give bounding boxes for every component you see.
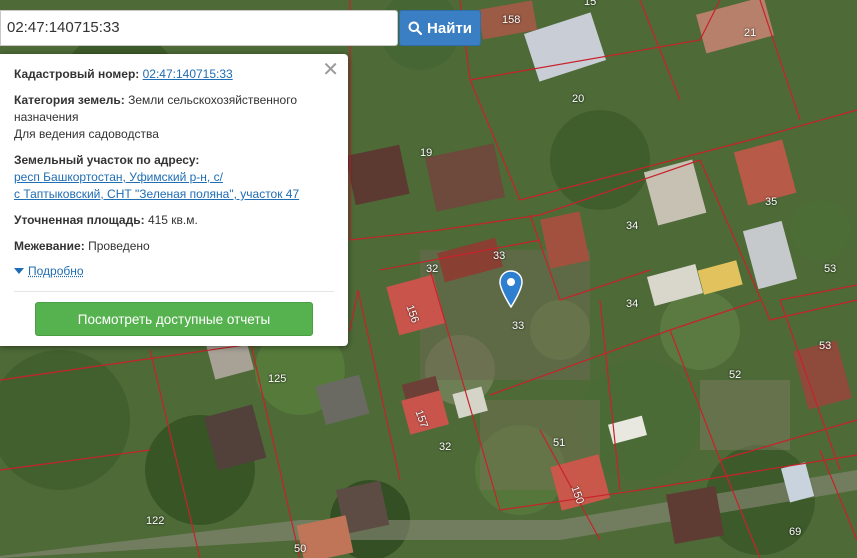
- view-reports-button-label: Посмотреть доступные отчеты: [77, 311, 271, 327]
- area-value: 415 кв.м.: [147, 213, 198, 227]
- search-icon: [408, 21, 423, 35]
- parcel-number: 125: [268, 373, 287, 385]
- area-row: Уточненная площадь: 415 кв.м.: [14, 212, 334, 229]
- parcel-number: 158: [502, 14, 521, 26]
- parcel-number: 53: [819, 340, 832, 352]
- survey-value: Проведено: [88, 239, 150, 253]
- category-row: Категория земель: Земли сельскохозяйстве…: [14, 92, 334, 143]
- parcel-number: 32: [426, 263, 439, 275]
- survey-label: Межевание:: [14, 239, 85, 253]
- map-pin-icon[interactable]: [499, 270, 523, 308]
- parcel-number: 33: [493, 250, 506, 262]
- search-button-label: Найти: [427, 19, 472, 37]
- parcel-number: 50: [294, 543, 307, 555]
- parcel-number: 34: [626, 220, 639, 232]
- parcel-number: 53: [824, 263, 837, 275]
- parcel-number: 52: [729, 369, 742, 381]
- parcel-number: 21: [744, 27, 757, 39]
- parcel-number: 51: [553, 437, 566, 449]
- parcel-number: 32: [439, 441, 452, 453]
- close-icon[interactable]: ✕: [322, 60, 339, 80]
- address-row: Земельный участок по адресу: респ Башкор…: [14, 152, 334, 203]
- divider: [14, 291, 334, 292]
- parcel-number: 19: [420, 147, 433, 159]
- address-label: Земельный участок по адресу:: [14, 153, 200, 167]
- parcel-number: 69: [789, 526, 802, 538]
- details-toggle[interactable]: Подробно: [14, 264, 334, 278]
- land-use-value: Для ведения садоводства: [14, 127, 159, 141]
- category-label: Категория земель:: [14, 93, 125, 107]
- parcel-number: 33: [512, 320, 525, 332]
- parcel-number: 35: [765, 196, 778, 208]
- search-input[interactable]: [0, 10, 398, 46]
- survey-row: Межевание: Проведено: [14, 238, 334, 255]
- area-label: Уточненная площадь:: [14, 213, 145, 227]
- cadastral-row: Кадастровый номер: 02:47:140715:33: [14, 66, 334, 83]
- search-button[interactable]: Найти: [399, 10, 481, 46]
- parcel-number: 15: [584, 0, 597, 8]
- cadastral-number-link[interactable]: 02:47:140715:33: [143, 67, 233, 81]
- parcel-info-popup: ✕ Кадастровый номер: 02:47:140715:33 Кат…: [0, 54, 348, 346]
- parcel-number: 20: [572, 93, 585, 105]
- address-link-line2[interactable]: с Таптыковский, СНТ "Зеленая поляна", уч…: [14, 187, 299, 201]
- parcel-number: 34: [626, 298, 639, 310]
- view-reports-button[interactable]: Посмотреть доступные отчеты: [35, 302, 313, 336]
- address-link-line1[interactable]: респ Башкортостан, Уфимский р-н, с/: [14, 170, 223, 184]
- cadastral-label: Кадастровый номер:: [14, 67, 140, 81]
- parcel-number: 122: [146, 515, 165, 527]
- details-toggle-label: Подробно: [28, 264, 84, 278]
- caret-down-icon: [14, 268, 24, 274]
